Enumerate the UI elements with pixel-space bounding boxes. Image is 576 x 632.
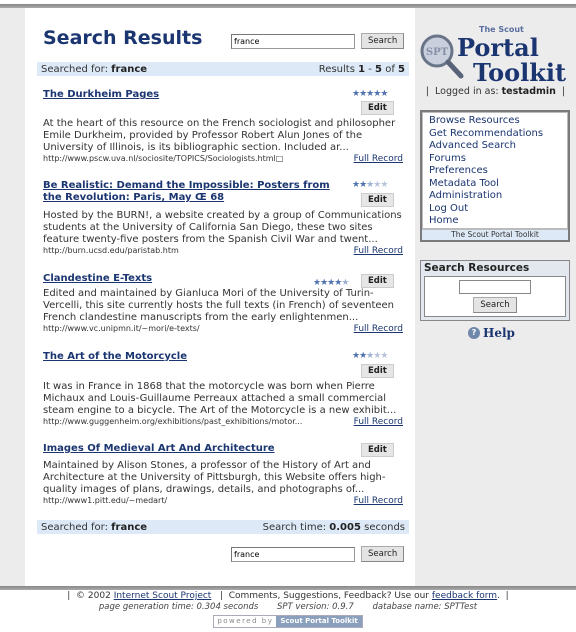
main-content: Search Results Search Searched for: fran… [25, 8, 415, 586]
svg-text:SPT: SPT [426, 47, 449, 58]
search-button[interactable]: Search [361, 33, 405, 49]
result-title-link[interactable]: Be Realistic: Demand the Impossible: Pos… [43, 180, 333, 204]
footer-meta: page generation time: 0.304 seconds SPT … [0, 602, 576, 613]
database-name: database name: SPTTest [372, 602, 478, 612]
result-item: Images Of Medieval Art And Architecture … [43, 443, 403, 506]
result-url: http://www.vc.unipmn.it/~mori/e-texts/ [43, 324, 200, 333]
full-record-link[interactable]: Full Record [354, 246, 403, 256]
logged-in-status: | Logged in as: testadmin | [425, 86, 566, 97]
searched-for: Searched for: france [41, 63, 148, 75]
results-info-bar: Searched for: france Results 1 - 5 of 5 [37, 62, 409, 76]
search-button[interactable]: Search [361, 546, 405, 562]
footer: | © 2002 Internet Scout Project | Commen… [0, 590, 576, 628]
nav-administration[interactable]: Administration [429, 190, 561, 203]
star-icon: ★ [341, 278, 349, 288]
sidebar: SPT The Scout Portal Toolkit | Logged in… [415, 8, 576, 586]
feedback-form-link[interactable]: feedback form [432, 591, 497, 601]
edit-button[interactable]: Edit [361, 101, 394, 115]
spt-version: SPT version: 0.9.7 [277, 602, 354, 612]
result-url: http://www1.pitt.edu/~medart/ [43, 496, 168, 505]
top-search-form: Search [231, 33, 405, 49]
result-title-link[interactable]: Clandestine E-Texts [43, 273, 333, 285]
rating-stars: ★★★★★ [352, 180, 388, 190]
left-margin [0, 8, 25, 586]
result-description: Edited and maintained by Gianluca Mori o… [43, 288, 395, 323]
help-label: Help [483, 326, 515, 340]
rating-stars: ★★★★★ [352, 89, 388, 99]
result-title-link[interactable]: The Art of the Motorcycle [43, 351, 333, 363]
edit-button[interactable]: Edit [361, 193, 394, 207]
result-description: Hosted by the BURN!, a website created b… [43, 210, 402, 245]
edit-button[interactable]: Edit [361, 274, 394, 288]
nav-footer-label: The Scout Portal Toolkit [422, 228, 568, 240]
result-item: Be Realistic: Demand the Impossible: Pos… [43, 180, 403, 256]
nav-forums[interactable]: Forums [429, 153, 561, 166]
rating-stars: ★★★★★ [313, 278, 349, 288]
sidebar-search-input[interactable] [459, 280, 531, 294]
result-title-link[interactable]: Images Of Medieval Art And Architecture [43, 443, 333, 455]
result-item: Clandestine E-Texts ★★★★★ Edit Edited an… [43, 273, 403, 334]
star-icon: ★ [366, 351, 374, 361]
search-resources-box: Search Resources Search [420, 260, 570, 321]
result-description: It was in France in 1868 that the motorc… [43, 381, 397, 416]
result-description: At the heart of this resource on the Fre… [43, 118, 396, 153]
edit-button[interactable]: Edit [361, 364, 394, 378]
result-url: http://www.pscw.uva.nl/sociosite/TOPICS/… [43, 154, 284, 163]
search-resources-title: Search Resources [424, 262, 530, 274]
question-circle-icon: ? [468, 327, 480, 339]
nav-log-out[interactable]: Log Out [429, 203, 561, 216]
full-record-link[interactable]: Full Record [354, 324, 403, 334]
nav-advanced-search[interactable]: Advanced Search [429, 140, 561, 153]
result-item: The Durkheim Pages ★★★★★ Edit At the hea… [43, 89, 403, 164]
result-item: The Art of the Motorcycle ★★★★★ Edit It … [43, 351, 403, 427]
internet-scout-project-link[interactable]: Internet Scout Project [114, 591, 212, 601]
full-record-link[interactable]: Full Record [354, 154, 403, 164]
nav-menu: Browse Resources Get Recommendations Adv… [420, 110, 570, 242]
page-generation-time: page generation time: 0.304 seconds [98, 602, 259, 612]
result-url: http://www.guggenheim.org/exhibitions/pa… [43, 417, 303, 426]
nav-preferences[interactable]: Preferences [429, 165, 561, 178]
edit-button[interactable]: Edit [361, 443, 394, 457]
footer-links: | © 2002 Internet Scout Project | Commen… [67, 591, 509, 601]
full-record-link[interactable]: Full Record [354, 496, 403, 506]
nav-browse-resources[interactable]: Browse Resources [429, 115, 561, 128]
search-time-bar: Searched for: france Search time: 0.005 … [37, 520, 409, 534]
star-icon: ★ [366, 180, 374, 190]
result-description: Maintained by Alison Stones, a professor… [43, 460, 386, 495]
star-icon: ★ [380, 180, 388, 190]
nav-metadata-tool[interactable]: Metadata Tool [429, 178, 561, 191]
page-title: Search Results [43, 27, 203, 49]
search-input[interactable] [231, 546, 355, 562]
bottom-search-form: Search [231, 546, 405, 562]
search-input[interactable] [231, 33, 355, 49]
result-url: http://burn.ucsd.edu/paristab.htm [43, 246, 179, 255]
search-time: Search time: 0.005 seconds [262, 521, 405, 533]
nav-home[interactable]: Home [429, 215, 561, 228]
results-count: Results 1 - 5 of 5 [318, 63, 405, 75]
help-link[interactable]: ? Help [468, 326, 515, 340]
full-record-link[interactable]: Full Record [354, 417, 403, 427]
rating-stars: ★★★★★ [352, 351, 388, 361]
searched-for: Searched for: france [41, 521, 148, 533]
nav-get-recommendations[interactable]: Get Recommendations [429, 128, 561, 141]
scout-portal-toolkit-logo[interactable]: SPT The Scout Portal Toolkit [417, 18, 572, 88]
username: testadmin [501, 86, 556, 97]
powered-by-badge[interactable]: powered by Scout Portal Toolkit [213, 615, 363, 628]
svg-text:Toolkit: Toolkit [473, 58, 566, 87]
star-icon: ★ [380, 89, 388, 99]
sidebar-search-button[interactable]: Search [473, 297, 517, 313]
result-title-link[interactable]: The Durkheim Pages [43, 89, 333, 101]
star-icon: ★ [380, 351, 388, 361]
